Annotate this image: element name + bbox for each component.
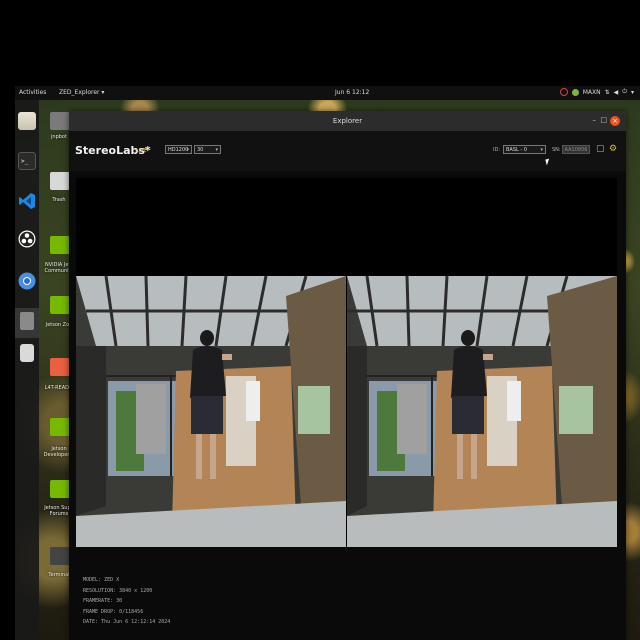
explorer-window: Explorer – □ × StereoLabs* LIVE HD1200 ▾…: [69, 111, 626, 640]
maximize-button[interactable]: □: [600, 116, 607, 124]
info-model: MODEL: ZED X: [83, 577, 120, 583]
camera-info-panel: MODEL: ZED X RESOLUTION: 3840 x 1200 FRA…: [83, 575, 170, 628]
window-titlebar[interactable]: Explorer – □ ×: [69, 111, 626, 131]
fps-select-value: 30: [197, 147, 204, 153]
window-title: Explorer: [332, 117, 363, 125]
system-tray[interactable]: MAXN ⇅ ◀ ⏻ ▾: [559, 88, 634, 96]
settings-gear-icon[interactable]: ⚙: [609, 144, 619, 155]
power-mode-label[interactable]: MAXN: [583, 89, 601, 96]
terminal-icon[interactable]: [18, 152, 36, 170]
obs-icon[interactable]: [18, 230, 36, 248]
fps-select[interactable]: 30 ▾: [194, 145, 221, 154]
nvidia-icon[interactable]: [50, 236, 70, 254]
top-bar: Activities ZED_Explorer ▾ Jun 6 12:12 MA…: [15, 86, 640, 100]
resolution-select-value: HD1200: [168, 147, 189, 153]
drive-icon[interactable]: [20, 344, 34, 362]
camera-id-label: ID:: [493, 147, 501, 153]
trash-icon[interactable]: [50, 172, 70, 190]
stereo-video-feed[interactable]: [76, 276, 617, 547]
chevron-down-icon: ▾: [186, 147, 189, 153]
clock[interactable]: Jun 6 12:12: [335, 89, 369, 96]
document-icon[interactable]: [50, 358, 70, 376]
info-date: DATE: Thu Jun 6 12:12:14 2024: [83, 619, 171, 625]
record-icon[interactable]: [559, 88, 568, 96]
terminal-icon[interactable]: [50, 547, 70, 565]
serial-number-field: AA10806: [562, 145, 590, 154]
serial-number-label: SN:: [552, 147, 561, 153]
left-camera-view[interactable]: [76, 276, 346, 547]
live-indicator: LIVE: [136, 148, 147, 154]
network-icon[interactable]: ⇅: [605, 89, 610, 96]
record-icon[interactable]: ▢: [596, 144, 606, 155]
nvidia-icon[interactable]: [571, 88, 579, 96]
activities-button[interactable]: Activities: [19, 89, 46, 96]
dock: [15, 100, 39, 640]
toolbar: StereoLabs* LIVE HD1200 ▾ 30 ▾ ID: BASL …: [69, 131, 626, 171]
vscode-icon[interactable]: [18, 192, 36, 210]
minimize-button[interactable]: –: [593, 116, 597, 124]
left-camera-image: [76, 276, 346, 547]
info-resolution: RESOLUTION: 3840 x 1200: [83, 587, 153, 594]
chevron-down-icon: ▾: [540, 147, 543, 153]
nvidia-icon[interactable]: [50, 296, 70, 314]
right-camera-view[interactable]: [347, 276, 617, 547]
chromium-icon[interactable]: [18, 272, 36, 290]
info-frame-drop: FRAME DROP: 0/118456: [83, 608, 144, 615]
chevron-down-icon: ▾: [215, 147, 218, 153]
camera-select[interactable]: BASL - 0 ▾: [503, 145, 546, 154]
info-framerate: FRAMERATE: 30: [83, 598, 123, 604]
nvidia-icon[interactable]: [50, 418, 70, 436]
folder-icon[interactable]: [18, 112, 36, 130]
resolution-select[interactable]: HD1200 ▾: [165, 145, 192, 154]
right-camera-image: [347, 276, 617, 547]
close-button[interactable]: ×: [610, 116, 620, 126]
zed-explorer-icon[interactable]: [20, 312, 34, 330]
volume-icon[interactable]: ◀: [614, 89, 619, 96]
desktop-screen: Activities ZED_Explorer ▾ Jun 6 12:12 MA…: [0, 0, 640, 640]
home-folder-icon[interactable]: [50, 112, 70, 130]
nvidia-icon[interactable]: [50, 480, 70, 498]
chevron-down-icon[interactable]: ▾: [631, 89, 634, 96]
camera-select-value: BASL - 0: [506, 147, 527, 153]
app-menu[interactable]: ZED_Explorer ▾: [59, 89, 104, 96]
power-icon[interactable]: ⏻: [622, 88, 627, 96]
